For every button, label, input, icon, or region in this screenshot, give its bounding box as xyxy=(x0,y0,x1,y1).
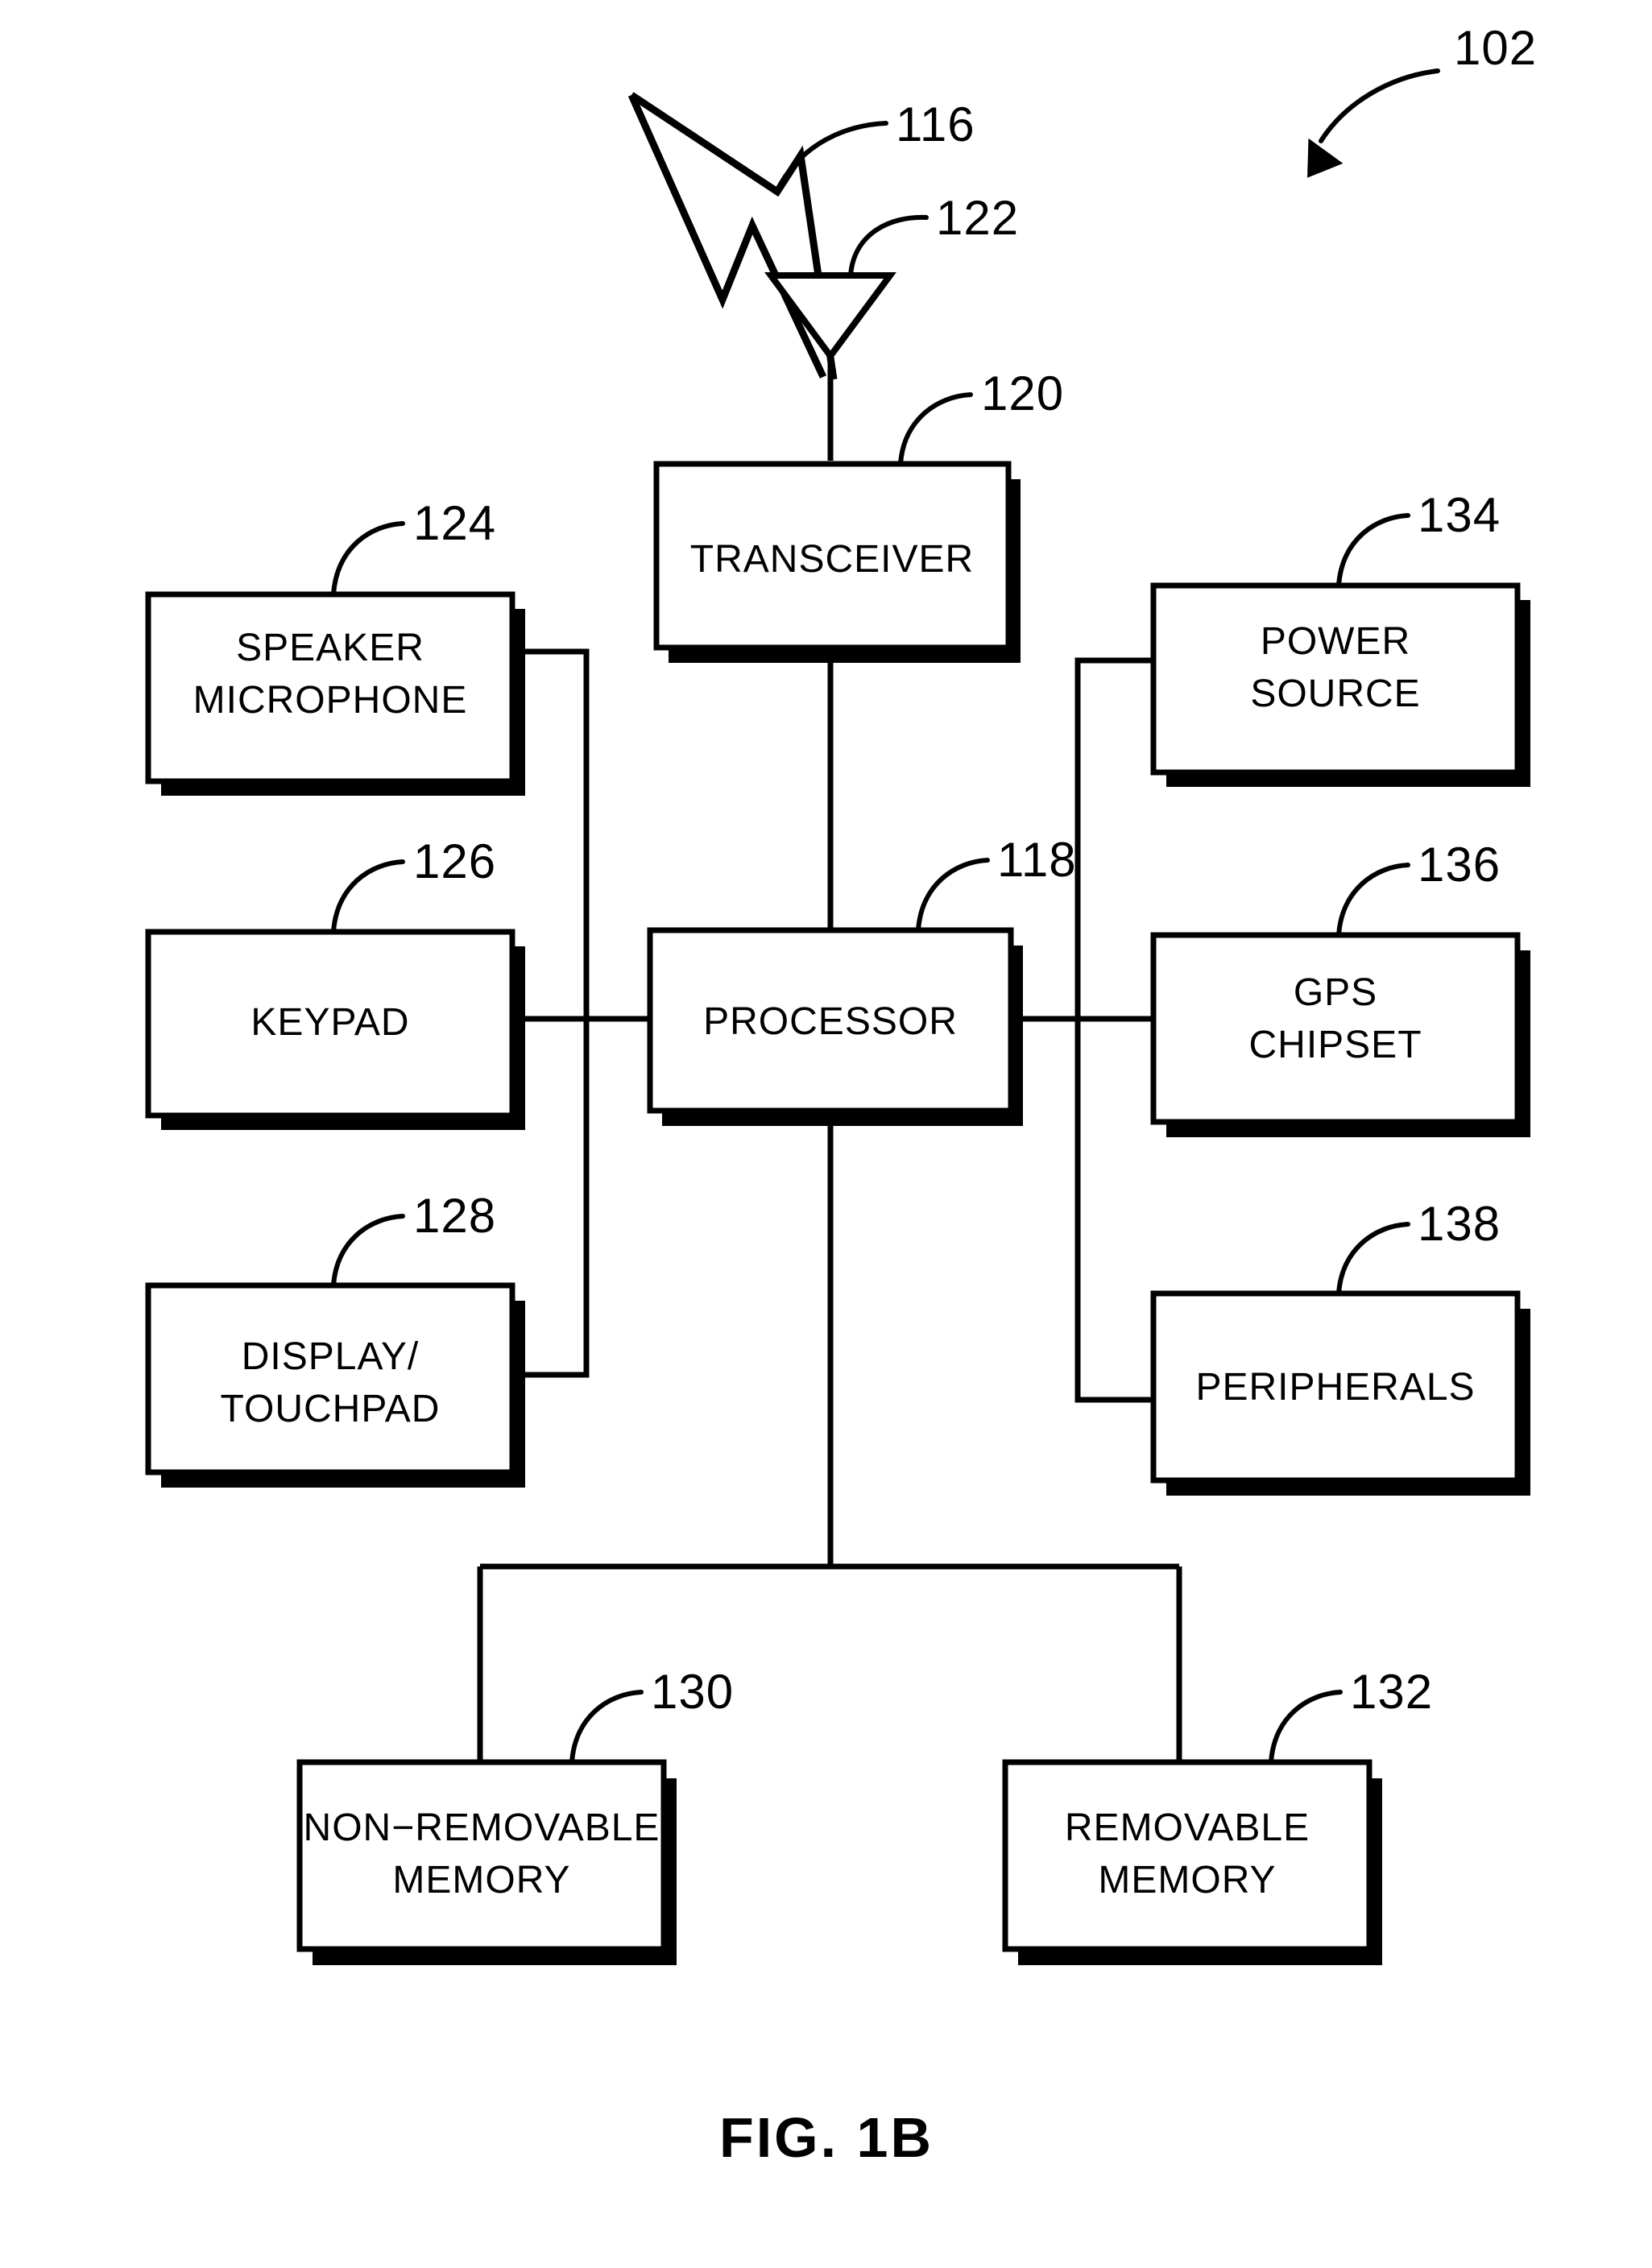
ref-leader-124 xyxy=(331,521,405,597)
figure-caption: FIG. 1B xyxy=(719,2106,934,2169)
ref-number-136: 136 xyxy=(1418,838,1501,892)
ref-number-126: 126 xyxy=(413,834,496,888)
ref-number-116: 116 xyxy=(896,97,975,151)
ref-leader-132 xyxy=(1269,1690,1343,1765)
ref-leader-128 xyxy=(331,1214,405,1288)
block-peripherals[interactable]: PERIPHERALS xyxy=(1150,1290,1530,1496)
gps-chipset-label-line2: CHIPSET xyxy=(1248,1024,1422,1066)
ref-number-138: 138 xyxy=(1418,1197,1501,1251)
display-touchpad-label-line2: TOUCHPAD xyxy=(221,1388,441,1430)
block-transceiver[interactable]: TRANSCEIVER xyxy=(653,461,1021,663)
ref-leader-134 xyxy=(1336,513,1410,588)
ref-leader-130 xyxy=(569,1690,644,1765)
lightning-bolt-outline xyxy=(620,89,838,387)
ref-number-122: 122 xyxy=(936,191,1019,245)
non-removable-memory-label-line1: NON−REMOVABLE xyxy=(304,1807,660,1849)
ref-number-118: 118 xyxy=(997,833,1077,887)
ref-number-128: 128 xyxy=(413,1189,496,1243)
block-keypad[interactable]: KEYPAD xyxy=(145,929,525,1130)
ref-number-120: 120 xyxy=(981,366,1064,420)
block-power-source[interactable]: POWER SOURCE xyxy=(1150,582,1530,787)
ref-number-132: 132 xyxy=(1350,1665,1433,1719)
wire-right-bus xyxy=(1074,657,1153,1403)
block-gps-chipset[interactable]: GPS CHIPSET xyxy=(1150,932,1530,1137)
ref-number-124: 124 xyxy=(413,496,496,550)
peripherals-label: PERIPHERALS xyxy=(1195,1366,1475,1409)
ref-leader-136 xyxy=(1336,863,1410,937)
ref-leader-122 xyxy=(848,214,929,278)
display-touchpad-box xyxy=(145,1282,515,1475)
removable-memory-box xyxy=(1002,1759,1373,1952)
display-touchpad-label-line1: DISPLAY/ xyxy=(242,1335,420,1378)
block-display-touchpad[interactable]: DISPLAY/ TOUCHPAD xyxy=(145,1282,525,1488)
ref-number-130: 130 xyxy=(651,1665,734,1719)
transceiver-label: TRANSCEIVER xyxy=(690,538,974,581)
block-non-removable-memory[interactable]: NON−REMOVABLE MEMORY xyxy=(296,1759,677,1965)
non-removable-memory-label-line2: MEMORY xyxy=(392,1859,570,1902)
figure-page: 116 122 102 TRANSCEIVER 120 PROCESSOR 11… xyxy=(0,0,1652,2268)
speaker-microphone-label-line1: SPEAKER xyxy=(236,627,424,669)
ref-leader-138 xyxy=(1336,1222,1410,1296)
power-source-label-line2: SOURCE xyxy=(1250,673,1420,715)
keypad-label: KEYPAD xyxy=(250,1001,409,1044)
ref-number-102: 102 xyxy=(1454,21,1537,75)
ref-leader-120 xyxy=(898,392,973,466)
ref-leader-118 xyxy=(916,858,990,933)
ref-number-134: 134 xyxy=(1418,488,1501,542)
non-removable-memory-box xyxy=(296,1759,667,1952)
overall-ref-arrow xyxy=(1307,68,1440,178)
block-diagram: 116 122 102 TRANSCEIVER 120 PROCESSOR 11… xyxy=(145,21,1537,2169)
removable-memory-label-line1: REMOVABLE xyxy=(1065,1807,1310,1849)
block-removable-memory[interactable]: REMOVABLE MEMORY xyxy=(1002,1759,1382,1965)
curved-arrow-icon xyxy=(1307,138,1344,178)
gps-chipset-label-line1: GPS xyxy=(1294,971,1377,1014)
processor-label: PROCESSOR xyxy=(703,1000,958,1043)
ref-leader-126 xyxy=(331,859,405,934)
speaker-microphone-label-line2: MICROPHONE xyxy=(193,679,468,722)
block-speaker-microphone[interactable]: SPEAKER MICROPHONE xyxy=(145,591,525,796)
power-source-label-line1: POWER xyxy=(1261,620,1410,663)
block-processor[interactable]: PROCESSOR xyxy=(647,927,1023,1126)
removable-memory-label-line2: MEMORY xyxy=(1098,1859,1276,1902)
